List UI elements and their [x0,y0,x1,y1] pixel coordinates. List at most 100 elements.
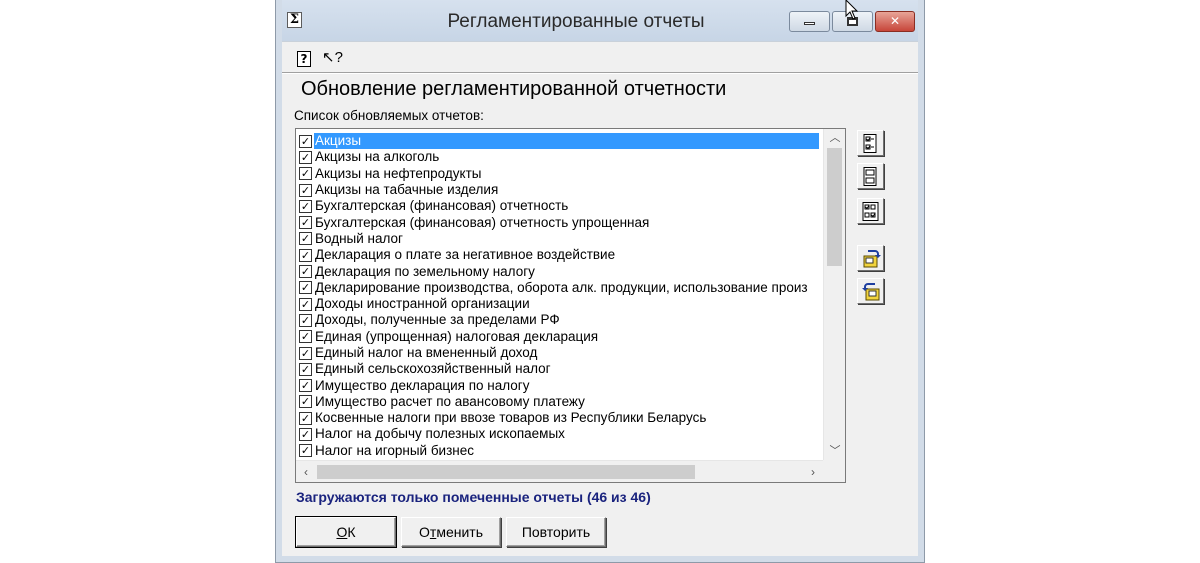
load-list-button[interactable] [857,278,884,304]
report-checkbox[interactable]: ✓ [299,183,312,197]
report-checkbox[interactable]: ✓ [299,427,312,441]
report-list-item[interactable]: ✓ Декларация о плате за негативное воздей… [299,247,821,263]
scroll-down-icon[interactable]: ﹀ [824,442,846,460]
report-list-item[interactable]: ✓ Декларирование производства, оборота ал… [299,280,821,296]
check-all-icon [863,134,877,153]
report-label: Доходы иностранной организации [315,296,530,312]
close-button[interactable]: ✕ [875,11,915,32]
page-title: Обновление регламентированной отчетности [301,78,727,100]
report-label: Бухгалтерская (финансовая) отчетность [315,198,569,214]
report-list-item[interactable]: ✓ Бухгалтерская (финансовая) отчетность у… [299,214,821,230]
status-count: (46 из 46) [586,489,651,505]
report-list-item[interactable]: ✓ Водный налог [299,231,821,247]
scroll-up-icon[interactable]: ︿ [824,129,846,147]
save-folder-icon [863,250,881,268]
invert-selection-button[interactable] [857,198,884,224]
report-label: Единый налог на вмененный доход [315,345,538,360]
close-icon: ✕ [889,14,901,28]
report-checkbox[interactable]: ✓ [299,265,312,279]
minimize-button[interactable] [789,11,830,32]
report-label: Налог на добычу полезных ископаемых [315,426,565,442]
report-checkbox[interactable]: ✓ [299,379,312,393]
whats-this-icon: ↖? [322,49,343,66]
help-button[interactable]: ? [294,48,314,68]
report-checkbox[interactable]: ✓ [299,216,312,230]
report-list-item[interactable]: ✓ Акцизы на табачные изделия [299,182,821,198]
check-all-button[interactable] [857,130,884,156]
report-label: Единый сельскохозяйственный налог [315,361,551,377]
report-checkbox[interactable]: ✓ [299,395,312,409]
ok-button[interactable]: ОК [296,517,396,547]
report-checkbox[interactable]: ✓ [299,330,312,344]
report-label: Декларация о плате за негативное воздейс… [315,247,616,263]
vertical-scrollbar[interactable]: ︿ ﹀ [823,129,845,460]
report-label: Имущество декларация по налогу [315,377,530,393]
ok-label-rest: К [347,524,356,540]
scroll-right-icon[interactable]: › [803,461,823,483]
report-label: Акцизы [314,133,819,150]
list-label: Список обновляемых отчетов: [294,108,484,123]
reports-listbox[interactable]: ✓ Акцизы ✓ Акцизы на алкоголь ✓ Акцизы на неф… [295,128,846,483]
report-list-item[interactable]: ✓ Единая (упрощенная) налоговая деклараци… [299,329,821,345]
report-list-item[interactable]: ✓ Косвенные налоги при ввозе товаров из Р… [299,410,821,426]
report-label: Водный налог [315,230,403,246]
report-checkbox[interactable]: ✓ [299,199,312,213]
scrollbar-corner [823,460,845,482]
report-checkbox[interactable]: ✓ [299,362,312,376]
report-label: Доходы, полученные за пределами РФ [315,312,560,328]
report-list-item[interactable]: ✓ Имущество декларация по налогу [299,377,821,393]
report-list-item[interactable]: ✓ Акцизы на нефтепродукты [299,166,821,182]
horizontal-scroll-thumb[interactable] [317,465,695,479]
report-list-item[interactable]: ✓ Единый налог на вмененный доход [299,345,821,361]
report-checkbox[interactable]: ✓ [299,150,312,164]
report-label: Акцизы на нефтепродукты [315,165,482,181]
title-bar[interactable]: Σ Регламентированные отчеты ✕ [276,0,924,41]
uncheck-all-icon [863,167,877,186]
report-list-item[interactable]: ✓ Доходы, полученные за пределами РФ [299,312,821,328]
retry-button[interactable]: Повторить [506,517,606,547]
report-list-item[interactable]: ✓ Декларация по земельному налогу [299,263,821,279]
report-checkbox[interactable]: ✓ [299,167,312,181]
cancel-label-rest: менить [436,524,483,540]
vertical-scroll-thumb[interactable] [827,148,842,266]
report-checkbox[interactable]: ✓ [299,232,312,246]
report-checkbox[interactable]: ✓ [299,313,312,327]
report-label: Косвенные налоги при ввозе товаров из Ре… [315,410,707,426]
status-message: Загружаются только помеченные отчеты (46… [296,489,651,505]
retry-label: Повторить [521,524,591,540]
report-label: Декларация по земельному налогу [315,263,535,279]
mouse-cursor-icon [845,0,859,20]
report-checkbox[interactable]: ✓ [299,297,312,311]
report-checkbox[interactable]: ✓ [299,248,312,262]
horizontal-scrollbar[interactable]: ‹ › [296,460,823,482]
dialog-window: Σ Регламентированные отчеты ✕ ? ↖? Обнов… [275,0,925,563]
report-list-item[interactable]: ✓ Налог на добычу полезных ископаемых [299,426,821,442]
report-list-item[interactable]: ✓ Имущество расчет по авансовому платежу [299,394,821,410]
report-list-item[interactable]: ✓ Акцизы на алкоголь [299,149,821,165]
report-list-item[interactable]: ✓ Налог на игорный бизнес [299,443,821,459]
report-checkbox[interactable]: ✓ [299,444,312,458]
scroll-left-icon[interactable]: ‹ [296,461,316,483]
report-label: Имущество расчет по авансовому платежу [315,393,585,409]
cancel-button[interactable]: Отменить [401,517,501,547]
save-list-button[interactable] [857,245,884,271]
minimize-icon [804,22,815,25]
toolbar-divider [282,72,918,74]
report-label: Акцизы на табачные изделия [315,182,499,198]
report-checkbox[interactable]: ✓ [299,281,312,295]
report-checkbox[interactable]: ✓ [299,134,312,148]
uncheck-all-button[interactable] [857,163,884,189]
report-list-item[interactable]: ✓ Акцизы [299,133,821,150]
reports-list: ✓ Акцизы ✓ Акцизы на алкоголь ✓ Акцизы на неф… [299,133,821,459]
whats-this-button[interactable]: ↖? [322,48,343,68]
report-checkbox[interactable]: ✓ [299,411,312,425]
report-label: Единая (упрощенная) налоговая декларация [315,328,599,344]
help-icon: ? [297,51,311,67]
report-list-item[interactable]: ✓ Доходы иностранной организации [299,296,821,312]
report-checkbox[interactable]: ✓ [299,346,312,360]
report-label: Налог на игорный бизнес [315,442,474,458]
report-list-item[interactable]: ✓ Бухгалтерская (финансовая) отчетность [299,198,821,214]
ok-mnemonic: О [336,524,348,540]
report-list-item[interactable]: ✓ Единый сельскохозяйственный налог [299,361,821,377]
invert-selection-icon [862,202,879,221]
